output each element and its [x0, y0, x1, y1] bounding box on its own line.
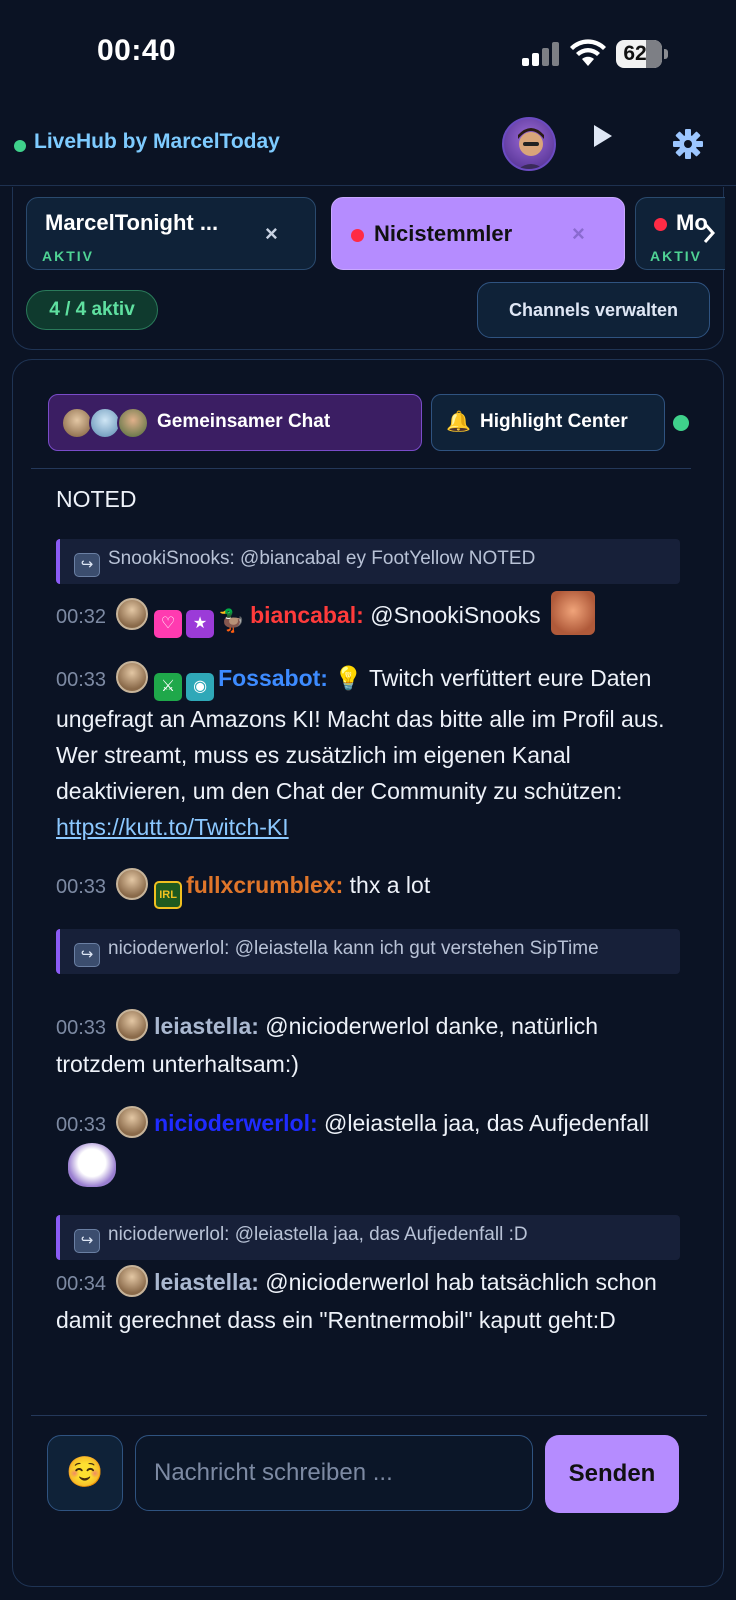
avatar: [116, 868, 149, 900]
chat-tabs: Gemeinsamer Chat 🔔 Highlight Center: [13, 360, 725, 470]
message-list[interactable]: NOTED ↪ SnookiSnooks: @biancabal ey FootY…: [13, 469, 725, 1415]
channel-avatars: [61, 407, 151, 439]
username[interactable]: nicioderwerlol:: [154, 1110, 318, 1136]
robot-badge-icon: ◉: [186, 673, 215, 701]
reply-icon: ↪: [74, 553, 100, 577]
chat-message: 00:33 IRL fullxcrumblex: thx a lot: [56, 867, 676, 909]
connection-status-dot: [673, 415, 689, 431]
reply-context[interactable]: ↪ nicioderwerlol: @leiastella kann ich gu…: [56, 929, 680, 974]
status-time: 00:40: [97, 34, 177, 67]
send-button[interactable]: Senden: [545, 1435, 679, 1513]
reply-context[interactable]: ↪ nicioderwerlol: @leiastella jaa, das Au…: [56, 1215, 680, 1260]
channel-tab-name: Nicistemmler: [374, 221, 513, 246]
username[interactable]: leiastella:: [154, 1013, 259, 1039]
username[interactable]: fullxcrumblex:: [186, 872, 343, 898]
message-timestamp: 00:33: [56, 1114, 107, 1136]
play-icon[interactable]: [590, 123, 616, 149]
avatar: [117, 407, 149, 439]
chat-message: 00:33 nicioderwerlol: @leiastella jaa, da…: [56, 1105, 676, 1187]
chat-message: 00:33 leiastella: @nicioderwerlol danke, …: [56, 1008, 676, 1082]
username[interactable]: leiastella:: [154, 1269, 259, 1295]
chat-message: 00:32 ♡ ★ 🦆 biancabal: @SnookiSnooks: [56, 591, 676, 638]
app-title: LiveHub by MarcelToday: [34, 130, 280, 153]
tab-label: Gemeinsamer Chat: [157, 411, 331, 432]
tab-label: Highlight Center: [480, 411, 628, 432]
cellular-signal-icon: [522, 42, 560, 66]
emote-face-icon: [550, 591, 595, 635]
username[interactable]: biancabal:: [250, 602, 364, 628]
channel-tab-name: MarcelTonight ...: [45, 210, 219, 235]
message-text: @leiastella jaa, das Aufjedenfall: [324, 1110, 650, 1136]
star-badge-icon: ★: [186, 610, 215, 638]
message-timestamp: 00:34: [56, 1273, 107, 1295]
message-timestamp: 00:33: [56, 876, 107, 898]
bird-badge-icon: 🦆: [218, 608, 246, 633]
chat-message: 00:34 leiastella: @nicioderwerlol hab tat…: [56, 1264, 676, 1338]
chat-message: 00:33 ⚔ ◉ Fossabot: 💡 Twitch verfüttert eur…: [56, 660, 676, 845]
wifi-icon: [570, 39, 606, 66]
reply-text: nicioderwerlol: @leiastella kann ich gut…: [108, 938, 599, 959]
manage-channels-button[interactable]: Channels verwalten: [477, 282, 710, 338]
reply-text: nicioderwerlol: @leiastella jaa, das Auf…: [108, 1224, 528, 1245]
tab-highlight-center[interactable]: 🔔 Highlight Center: [431, 394, 665, 451]
avatar-face-icon: [518, 128, 544, 169]
chat-message: NOTED: [56, 481, 676, 517]
divider: [31, 1415, 707, 1416]
close-icon[interactable]: ×: [572, 221, 585, 247]
tab-shared-chat[interactable]: Gemeinsamer Chat: [48, 394, 422, 451]
active-count-badge: 4 / 4 aktiv: [26, 290, 158, 330]
message-timestamp: 00:32: [56, 606, 107, 628]
battery-icon: 62: [616, 40, 668, 68]
heart-badge-icon: ♡: [154, 610, 183, 638]
live-indicator-icon: [351, 229, 364, 242]
message-text: NOTED: [56, 486, 137, 512]
reply-icon: ↪: [74, 1229, 100, 1253]
message-text: thx a lot: [349, 872, 431, 898]
message-link[interactable]: https://kutt.to/Twitch-KI: [56, 814, 289, 840]
channel-tab-third[interactable]: Mo AKTIV: [635, 197, 725, 270]
bell-icon: 🔔: [446, 411, 471, 433]
message-text: 💡 Twitch verfüttert eure Daten ungefragt…: [56, 665, 665, 804]
message-text: @SnookiSnooks: [370, 602, 541, 628]
chat-panel: Gemeinsamer Chat 🔔 Highlight Center NOTE…: [12, 359, 724, 1587]
status-bar: 00:40 62: [0, 0, 736, 110]
reply-icon: ↪: [74, 943, 100, 967]
irl-badge-icon: IRL: [154, 881, 183, 909]
reply-context[interactable]: ↪ SnookiSnooks: @biancabal ey FootYellow …: [56, 539, 680, 584]
avatar: [116, 1106, 149, 1138]
avatar: [116, 598, 149, 630]
close-icon[interactable]: ×: [265, 221, 278, 247]
message-timestamp: 00:33: [56, 669, 107, 691]
sword-badge-icon: ⚔: [154, 673, 183, 701]
message-timestamp: 00:33: [56, 1017, 107, 1039]
emoji-button[interactable]: ☺️: [47, 1435, 123, 1511]
username[interactable]: Fossabot:: [218, 665, 328, 691]
channel-panel: MarcelTonight ... AKTIV × Nicistemmler ×…: [12, 187, 725, 350]
chevron-right-icon[interactable]: [702, 222, 716, 244]
live-indicator-icon: [654, 218, 667, 231]
gear-icon[interactable]: [672, 128, 704, 160]
channel-tab-nicistemmler[interactable]: Nicistemmler ×: [331, 197, 625, 270]
message-input[interactable]: [135, 1435, 533, 1511]
avatar: [116, 1009, 149, 1041]
reply-text: SnookiSnooks: @biancabal ey FootYellow N…: [108, 548, 536, 569]
battery-level: 62: [623, 42, 647, 65]
user-avatar[interactable]: [502, 117, 556, 171]
channel-tab-marceltonight[interactable]: MarcelTonight ... AKTIV ×: [26, 197, 316, 270]
avatar: [116, 1265, 149, 1297]
avatar: [116, 661, 149, 693]
channel-tab-status: AKTIV: [42, 248, 94, 264]
live-status-dot: [14, 140, 26, 152]
channel-tab-status: AKTIV: [650, 248, 702, 264]
app-header: LiveHub by MarcelToday: [0, 110, 736, 186]
emote-ghost-icon: [68, 1143, 116, 1187]
